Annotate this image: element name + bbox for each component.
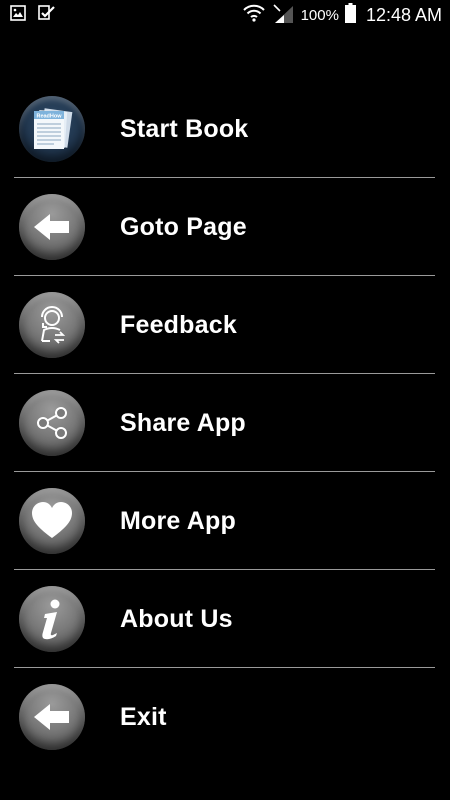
arrow-left-icon	[19, 194, 85, 260]
menu-label-start-book: Start Book	[120, 114, 249, 143]
menu-item-more-app[interactable]: More App	[0, 472, 450, 570]
menu-item-share-app[interactable]: Share App	[0, 374, 450, 472]
menu-label-more-app: More App	[120, 506, 236, 535]
menu-item-feedback[interactable]: Feedback	[0, 276, 450, 374]
book-icon: ReadHow	[19, 96, 85, 162]
signal-icon	[271, 3, 295, 28]
menu-item-exit[interactable]: Exit	[0, 668, 450, 766]
gallery-notification-icon	[10, 4, 26, 26]
notification-icons	[10, 4, 56, 26]
menu-label-exit: Exit	[120, 702, 167, 731]
book-cover-title: ReadHow	[36, 114, 62, 120]
menu-label-goto-page: Goto Page	[120, 212, 247, 241]
support-agent-icon	[19, 292, 85, 358]
menu-label-about-us: About Us	[120, 604, 233, 633]
info-icon	[19, 586, 85, 652]
menu-label-share-app: Share App	[120, 408, 246, 437]
clock: 12:48 AM	[365, 4, 442, 25]
share-icon	[19, 390, 85, 456]
main-menu: ReadHow Start Book Goto Page Feedback Sh…	[0, 80, 450, 766]
menu-item-goto-page[interactable]: Goto Page	[0, 178, 450, 276]
arrow-left-icon	[19, 684, 85, 750]
system-status: 100% 12:48 AM	[242, 2, 442, 28]
battery-icon	[344, 2, 356, 28]
heart-icon	[19, 488, 85, 554]
menu-item-start-book[interactable]: ReadHow Start Book	[0, 80, 450, 178]
task-check-notification-icon	[38, 4, 56, 26]
menu-item-about-us[interactable]: About Us	[0, 570, 450, 668]
menu-label-feedback: Feedback	[120, 310, 237, 339]
wifi-icon	[242, 4, 265, 27]
battery-percent: 100%	[300, 6, 339, 24]
status-bar: 100% 12:48 AM	[0, 0, 450, 30]
